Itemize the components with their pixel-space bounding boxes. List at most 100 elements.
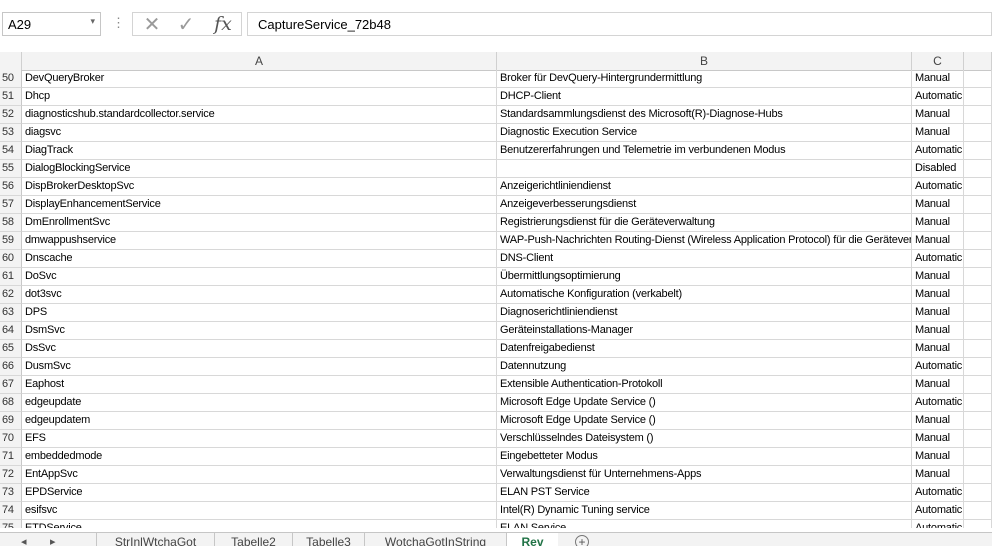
cell-description[interactable]: DNS-Client: [497, 250, 912, 268]
insert-function-icon[interactable]: fx: [209, 13, 237, 35]
cell-start-type[interactable]: Automatic: [912, 502, 964, 520]
cell-description[interactable]: DHCP-Client: [497, 88, 912, 106]
formula-input[interactable]: CaptureService_72b48: [247, 12, 992, 36]
row-number[interactable]: 68: [0, 394, 22, 412]
row-number[interactable]: 61: [0, 268, 22, 286]
column-header-b[interactable]: B: [497, 52, 912, 70]
row-number[interactable]: 65: [0, 340, 22, 358]
cell-description[interactable]: Übermittlungsoptimierung: [497, 268, 912, 286]
cell-empty[interactable]: [964, 412, 992, 430]
cell-empty[interactable]: [964, 178, 992, 196]
cell-start-type[interactable]: Manual: [912, 430, 964, 448]
cell-start-type[interactable]: Disabled: [912, 160, 964, 178]
cell-start-type[interactable]: Manual: [912, 448, 964, 466]
cell-service-name[interactable]: embeddedmode: [22, 448, 497, 466]
cell-service-name[interactable]: DsmSvc: [22, 322, 497, 340]
cell-empty[interactable]: [964, 520, 992, 528]
sheet-tab[interactable]: StrInlWtchaGot: [96, 533, 214, 546]
cell-empty[interactable]: [964, 304, 992, 322]
cell-start-type[interactable]: Manual: [912, 268, 964, 286]
row-number[interactable]: 63: [0, 304, 22, 322]
cell-empty[interactable]: [964, 322, 992, 340]
add-sheet-icon[interactable]: +: [575, 535, 589, 546]
cell-description[interactable]: Microsoft Edge Update Service (): [497, 394, 912, 412]
cell-description[interactable]: Standardsammlungsdienst des Microsoft(R)…: [497, 106, 912, 124]
cell-start-type[interactable]: Automatic: [912, 250, 964, 268]
cell-empty[interactable]: [964, 232, 992, 250]
scroll-right-icon[interactable]: ▸: [50, 535, 56, 546]
sheet-tab[interactable]: Rev: [506, 533, 558, 546]
cell-service-name[interactable]: dot3svc: [22, 286, 497, 304]
more-dots-icon[interactable]: ⋮: [112, 16, 125, 30]
row-number[interactable]: 75: [0, 520, 22, 528]
sheet-tab[interactable]: Tabelle2: [214, 533, 292, 546]
cell-start-type[interactable]: Manual: [912, 466, 964, 484]
cell-start-type[interactable]: Automatic: [912, 358, 964, 376]
row-number[interactable]: 66: [0, 358, 22, 376]
cell-description[interactable]: Extensible Authentication-Protokoll: [497, 376, 912, 394]
cell-description[interactable]: Benutzererfahrungen und Telemetrie im ve…: [497, 142, 912, 160]
cell-description[interactable]: Geräteinstallations-Manager: [497, 322, 912, 340]
cell-service-name[interactable]: diagnosticshub.standardcollector.service: [22, 106, 497, 124]
cell-description[interactable]: Microsoft Edge Update Service (): [497, 412, 912, 430]
cell-description[interactable]: Registrierungsdienst für die Geräteverwa…: [497, 214, 912, 232]
cell-service-name[interactable]: DialogBlockingService: [22, 160, 497, 178]
row-number[interactable]: 57: [0, 196, 22, 214]
cell-service-name[interactable]: DsSvc: [22, 340, 497, 358]
cell-service-name[interactable]: DisplayEnhancementService: [22, 196, 497, 214]
cell-service-name[interactable]: EntAppSvc: [22, 466, 497, 484]
row-number[interactable]: 56: [0, 178, 22, 196]
cell-description[interactable]: ELAN Service: [497, 520, 912, 528]
scroll-left-icon[interactable]: ◂: [21, 535, 27, 546]
sheet-tab[interactable]: WotchaGotInString: [364, 533, 506, 546]
cell-start-type[interactable]: Manual: [912, 412, 964, 430]
cell-start-type[interactable]: Manual: [912, 106, 964, 124]
cell-empty[interactable]: [964, 484, 992, 502]
cell-service-name[interactable]: Eaphost: [22, 376, 497, 394]
row-number[interactable]: 60: [0, 250, 22, 268]
row-number[interactable]: 59: [0, 232, 22, 250]
cell-empty[interactable]: [964, 196, 992, 214]
cell-service-name[interactable]: diagsvc: [22, 124, 497, 142]
cell-empty[interactable]: [964, 340, 992, 358]
cell-start-type[interactable]: Manual: [912, 232, 964, 250]
cell-service-name[interactable]: edgeupdate: [22, 394, 497, 412]
cell-start-type[interactable]: Manual: [912, 124, 964, 142]
cell-start-type[interactable]: Manual: [912, 196, 964, 214]
cell-service-name[interactable]: ETDService: [22, 520, 497, 528]
cell-service-name[interactable]: EPDService: [22, 484, 497, 502]
row-number[interactable]: 64: [0, 322, 22, 340]
row-number[interactable]: 52: [0, 106, 22, 124]
cell-service-name[interactable]: edgeupdatem: [22, 412, 497, 430]
cell-description[interactable]: Anzeigeverbesserungsdienst: [497, 196, 912, 214]
cell-description[interactable]: Diagnostic Execution Service: [497, 124, 912, 142]
row-number[interactable]: 50: [0, 70, 22, 88]
cell-service-name[interactable]: Dhcp: [22, 88, 497, 106]
cell-description[interactable]: Anzeigerichtliniendienst: [497, 178, 912, 196]
cell-service-name[interactable]: DusmSvc: [22, 358, 497, 376]
row-number[interactable]: 67: [0, 376, 22, 394]
cell-description[interactable]: Datennutzung: [497, 358, 912, 376]
cell-service-name[interactable]: DoSvc: [22, 268, 497, 286]
cell-start-type[interactable]: Automatic: [912, 520, 964, 528]
cell-description[interactable]: Datenfreigabedienst: [497, 340, 912, 358]
cell-start-type[interactable]: Automatic: [912, 394, 964, 412]
cell-empty[interactable]: [964, 268, 992, 286]
cell-empty[interactable]: [964, 250, 992, 268]
row-number[interactable]: 69: [0, 412, 22, 430]
cell-start-type[interactable]: Manual: [912, 304, 964, 322]
cell-description[interactable]: Verwaltungsdienst für Unternehmens-Apps: [497, 466, 912, 484]
cell-service-name[interactable]: DmEnrollmentSvc: [22, 214, 497, 232]
cell-description[interactable]: Broker für DevQuery-Hintergrundermittlun…: [497, 70, 912, 88]
cell-start-type[interactable]: Manual: [912, 376, 964, 394]
cell-start-type[interactable]: Automatic: [912, 484, 964, 502]
cell-description[interactable]: Diagnoserichtliniendienst: [497, 304, 912, 322]
cell-empty[interactable]: [964, 286, 992, 304]
cell-empty[interactable]: [964, 214, 992, 232]
cell-description[interactable]: Automatische Konfiguration (verkabelt): [497, 286, 912, 304]
cell-empty[interactable]: [964, 106, 992, 124]
column-header-a[interactable]: A: [22, 52, 497, 70]
row-number[interactable]: 70: [0, 430, 22, 448]
cell-start-type[interactable]: Automatic: [912, 178, 964, 196]
cancel-icon[interactable]: ✕: [139, 13, 165, 36]
